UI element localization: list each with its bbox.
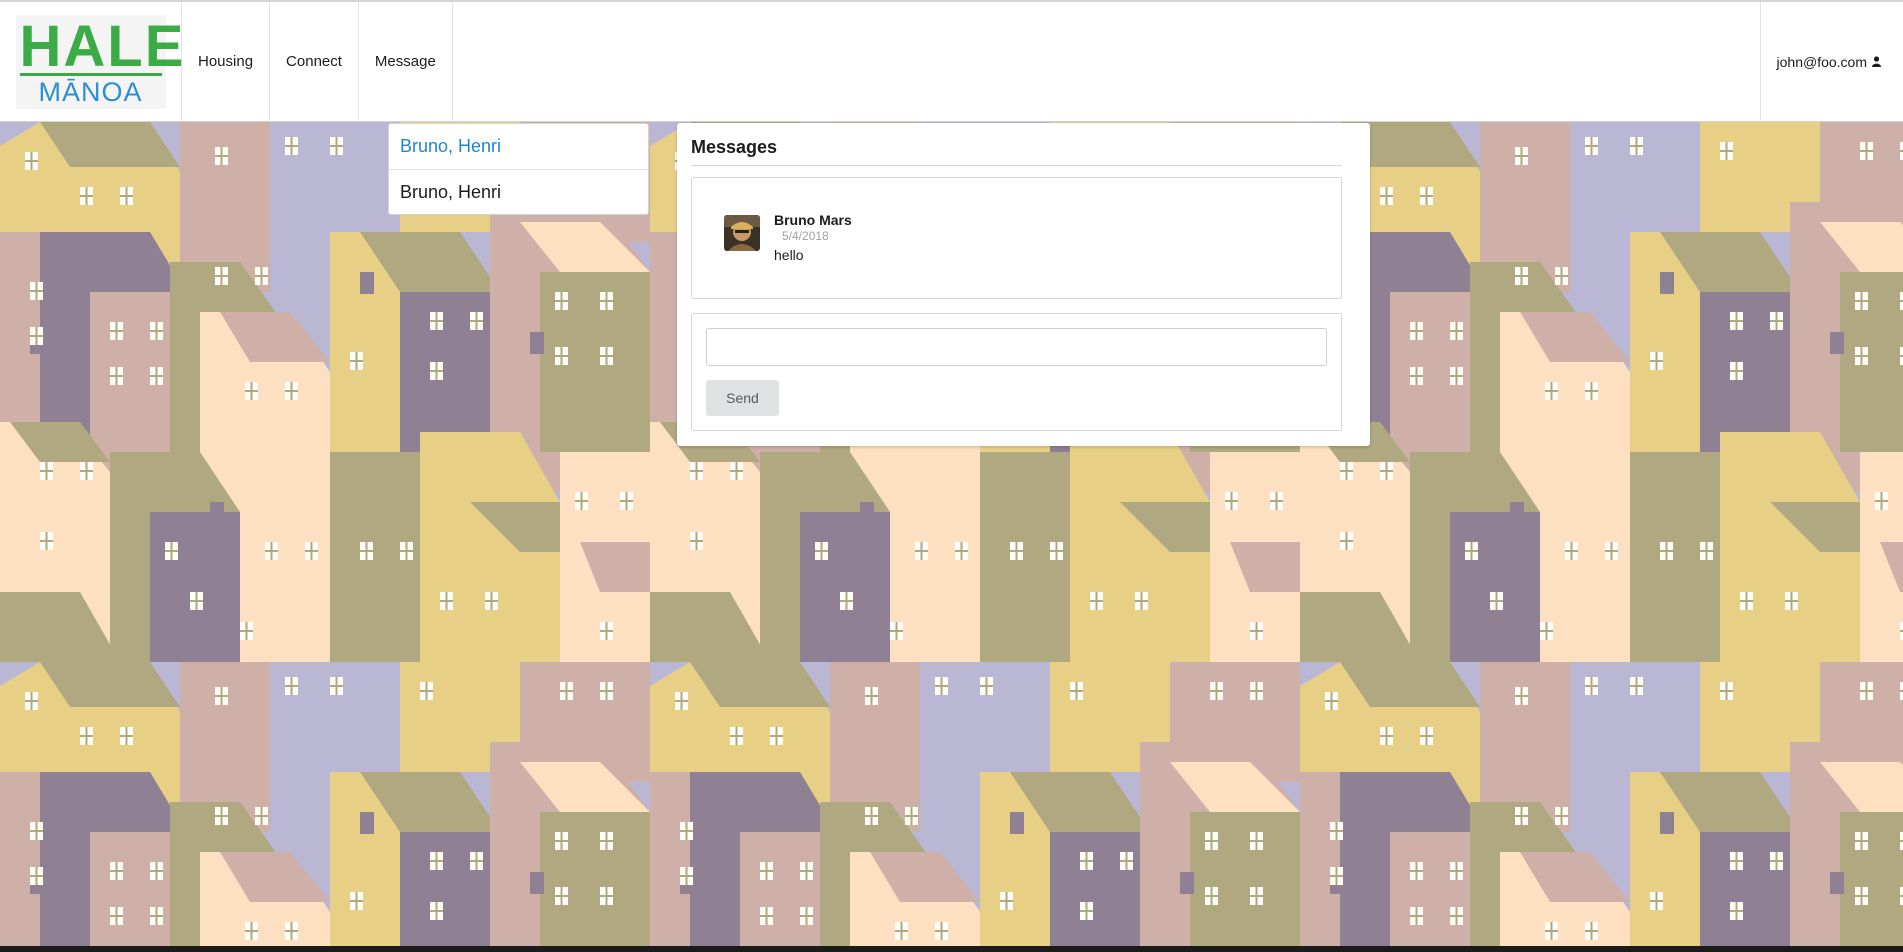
message-author: Bruno Mars [774, 212, 852, 228]
contact-name: Bruno, Henri [400, 181, 502, 202]
nav-connect[interactable]: Connect [270, 2, 359, 121]
contact-list: Bruno, Henri Bruno, Henri [388, 123, 649, 215]
hale-manoa-logo: HALE MĀNOA [15, 14, 183, 109]
reply-form: Send [691, 313, 1342, 431]
nav-connect-label: Connect [286, 53, 342, 70]
nav-housing-label: Housing [198, 53, 254, 70]
nav-message-label: Message [374, 53, 436, 70]
message-text: hello [774, 247, 804, 263]
logo-line-1: HALE [19, 13, 186, 79]
logo-rule [19, 72, 162, 76]
messages-title: Messages [691, 137, 1342, 166]
message-list: Bruno Mars 5/4/2018 hello [691, 177, 1342, 299]
message-date: 5/4/2018 [782, 229, 829, 243]
nav-housing[interactable]: Housing [182, 2, 271, 121]
top-navbar: HALE MĀNOA Housing Connect Message john@… [0, 0, 1903, 122]
contact-item[interactable]: Bruno, Henri [389, 169, 648, 214]
contact-item[interactable]: Bruno, Henri [389, 124, 648, 169]
reply-input[interactable] [706, 328, 1327, 366]
logo-line-2: MĀNOA [38, 76, 143, 107]
user-icon [1872, 54, 1881, 70]
user-email: john@foo.com [1776, 53, 1867, 70]
messages-panel: Messages Bruno Mars 5/4/2018 hello Send [677, 123, 1370, 446]
user-avatar [724, 215, 760, 251]
send-button[interactable]: Send [706, 380, 779, 416]
user-menu[interactable]: john@foo.com [1759, 2, 1903, 121]
nav-message[interactable]: Message [359, 2, 453, 121]
logo-link[interactable]: HALE MĀNOA [0, 2, 183, 121]
contact-name: Bruno, Henri [400, 136, 502, 156]
